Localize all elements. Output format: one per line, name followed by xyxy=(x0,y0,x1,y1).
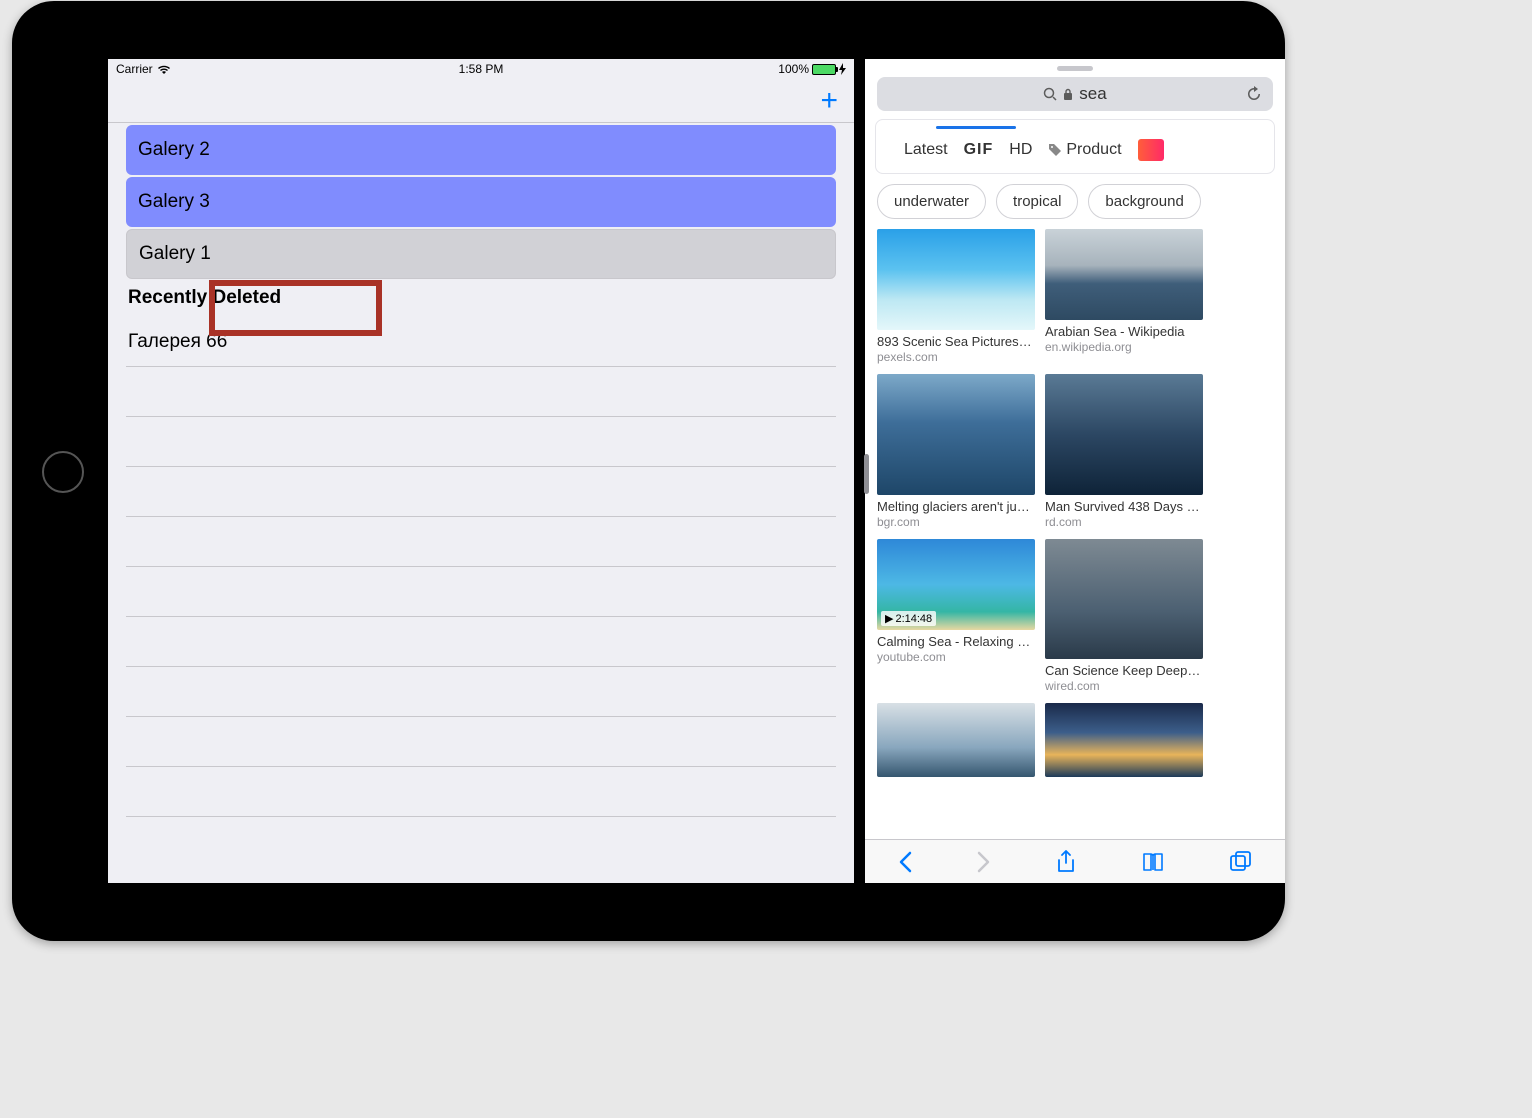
result-title: Man Survived 438 Days Stu… xyxy=(1045,499,1203,514)
row-label: Галерея 66 xyxy=(128,331,227,353)
lock-icon xyxy=(1063,88,1073,101)
result-card[interactable] xyxy=(1045,703,1203,777)
filter-hd[interactable]: HD xyxy=(1009,141,1032,159)
result-source: en.wikipedia.org xyxy=(1045,340,1203,354)
result-card[interactable]: 893 Scenic Sea Pictures · P… pexels.com xyxy=(877,229,1035,364)
result-title: Arabian Sea - Wikipedia xyxy=(1045,324,1203,339)
table-row[interactable] xyxy=(126,567,836,617)
battery-percent: 100% xyxy=(778,62,809,76)
video-timestamp: ▶ 2:14:48 xyxy=(881,611,936,626)
safari-toolbar xyxy=(865,839,1285,883)
search-filters: Latest GIF HD Product xyxy=(876,135,1274,173)
table-row[interactable] xyxy=(126,717,836,767)
table-row[interactable] xyxy=(126,367,836,417)
result-card[interactable]: Man Survived 438 Days Stu… rd.com xyxy=(1045,374,1203,529)
nav-bar: + xyxy=(108,79,854,123)
result-title: Melting glaciers aren't just … xyxy=(877,499,1035,514)
result-thumb[interactable] xyxy=(877,703,1035,777)
result-title: Calming Sea - Relaxing 2 H… xyxy=(877,634,1035,649)
gallery-table[interactable]: Galery 2 Galery 3 Galery 1 Recently Dele… xyxy=(108,123,854,883)
wifi-icon xyxy=(157,64,171,75)
bookmarks-button[interactable] xyxy=(1141,851,1165,873)
table-row[interactable] xyxy=(126,667,836,717)
result-thumb[interactable] xyxy=(877,374,1035,495)
table-row[interactable] xyxy=(126,517,836,567)
back-button[interactable] xyxy=(898,851,912,873)
table-row[interactable]: Галерея 66 xyxy=(126,317,836,367)
charging-icon xyxy=(839,63,846,75)
chip-underwater[interactable]: underwater xyxy=(877,184,986,219)
home-button[interactable] xyxy=(42,451,84,493)
result-source: bgr.com xyxy=(877,515,1035,529)
tablet-screen: Carrier 1:58 PM 100% + xyxy=(108,59,1285,883)
drag-grip[interactable] xyxy=(1057,66,1093,71)
safari-pane: sea Latest GIF HD Product xyxy=(865,59,1285,883)
clock: 1:58 PM xyxy=(459,62,504,76)
chip-tropical[interactable]: tropical xyxy=(996,184,1078,219)
status-bar: Carrier 1:58 PM 100% xyxy=(108,59,854,79)
table-row[interactable] xyxy=(126,417,836,467)
add-button[interactable]: + xyxy=(820,86,838,116)
result-source: pexels.com xyxy=(877,350,1035,364)
section-header: Recently Deleted xyxy=(126,279,836,317)
left-app-pane: Carrier 1:58 PM 100% + xyxy=(108,59,854,883)
filter-latest[interactable]: Latest xyxy=(904,141,948,159)
search-icon xyxy=(1043,87,1057,101)
forward-button xyxy=(977,851,991,873)
result-thumb[interactable] xyxy=(1045,229,1203,320)
tag-icon xyxy=(1048,143,1062,157)
play-icon: ▶ xyxy=(885,612,893,625)
result-thumb[interactable] xyxy=(1045,374,1203,495)
tabs-button[interactable] xyxy=(1230,851,1252,873)
url-bar[interactable]: sea xyxy=(877,77,1273,111)
image-results[interactable]: 893 Scenic Sea Pictures · P… pexels.com … xyxy=(865,229,1285,839)
divider-handle[interactable] xyxy=(864,454,869,494)
result-card[interactable]: Melting glaciers aren't just … bgr.com xyxy=(877,374,1035,529)
result-thumb[interactable] xyxy=(877,229,1035,330)
result-title: 893 Scenic Sea Pictures · P… xyxy=(877,334,1035,349)
table-row[interactable]: Galery 3 xyxy=(126,177,836,227)
tablet-frame: Carrier 1:58 PM 100% + xyxy=(12,1,1285,941)
row-label: Galery 2 xyxy=(138,139,210,161)
carrier-label: Carrier xyxy=(116,62,153,76)
result-title: Can Science Keep Deep Se… xyxy=(1045,663,1203,678)
table-row[interactable] xyxy=(126,617,836,667)
url-text: sea xyxy=(1079,84,1106,104)
result-card[interactable]: Can Science Keep Deep Se… wired.com xyxy=(1045,539,1203,693)
suggestion-chips: underwater tropical background xyxy=(865,174,1285,229)
result-thumb[interactable]: ▶ 2:14:48 xyxy=(877,539,1035,630)
dragged-row[interactable]: Galery 1 xyxy=(126,229,836,279)
result-thumb[interactable] xyxy=(1045,539,1203,659)
result-source: rd.com xyxy=(1045,515,1203,529)
battery-icon xyxy=(812,64,836,75)
filter-gif[interactable]: GIF xyxy=(964,141,994,159)
result-card[interactable]: ▶ 2:14:48 Calming Sea - Relaxing 2 H… yo… xyxy=(877,539,1035,693)
result-source: youtube.com xyxy=(877,650,1035,664)
split-divider[interactable] xyxy=(854,59,865,883)
table-row[interactable] xyxy=(126,467,836,517)
result-source: wired.com xyxy=(1045,679,1203,693)
result-card[interactable] xyxy=(877,703,1035,777)
refresh-icon[interactable] xyxy=(1245,85,1263,103)
share-button[interactable] xyxy=(1056,850,1076,874)
active-tab-indicator xyxy=(936,126,1016,129)
table-row[interactable] xyxy=(126,767,836,817)
row-label: Galery 1 xyxy=(139,243,211,265)
row-label: Galery 3 xyxy=(138,191,210,213)
table-row[interactable]: Galery 2 xyxy=(126,125,836,175)
chip-background[interactable]: background xyxy=(1088,184,1200,219)
result-thumb[interactable] xyxy=(1045,703,1203,777)
filter-color-red[interactable] xyxy=(1138,139,1164,161)
result-card[interactable]: Arabian Sea - Wikipedia en.wikipedia.org xyxy=(1045,229,1203,364)
filter-product[interactable]: Product xyxy=(1048,141,1121,159)
